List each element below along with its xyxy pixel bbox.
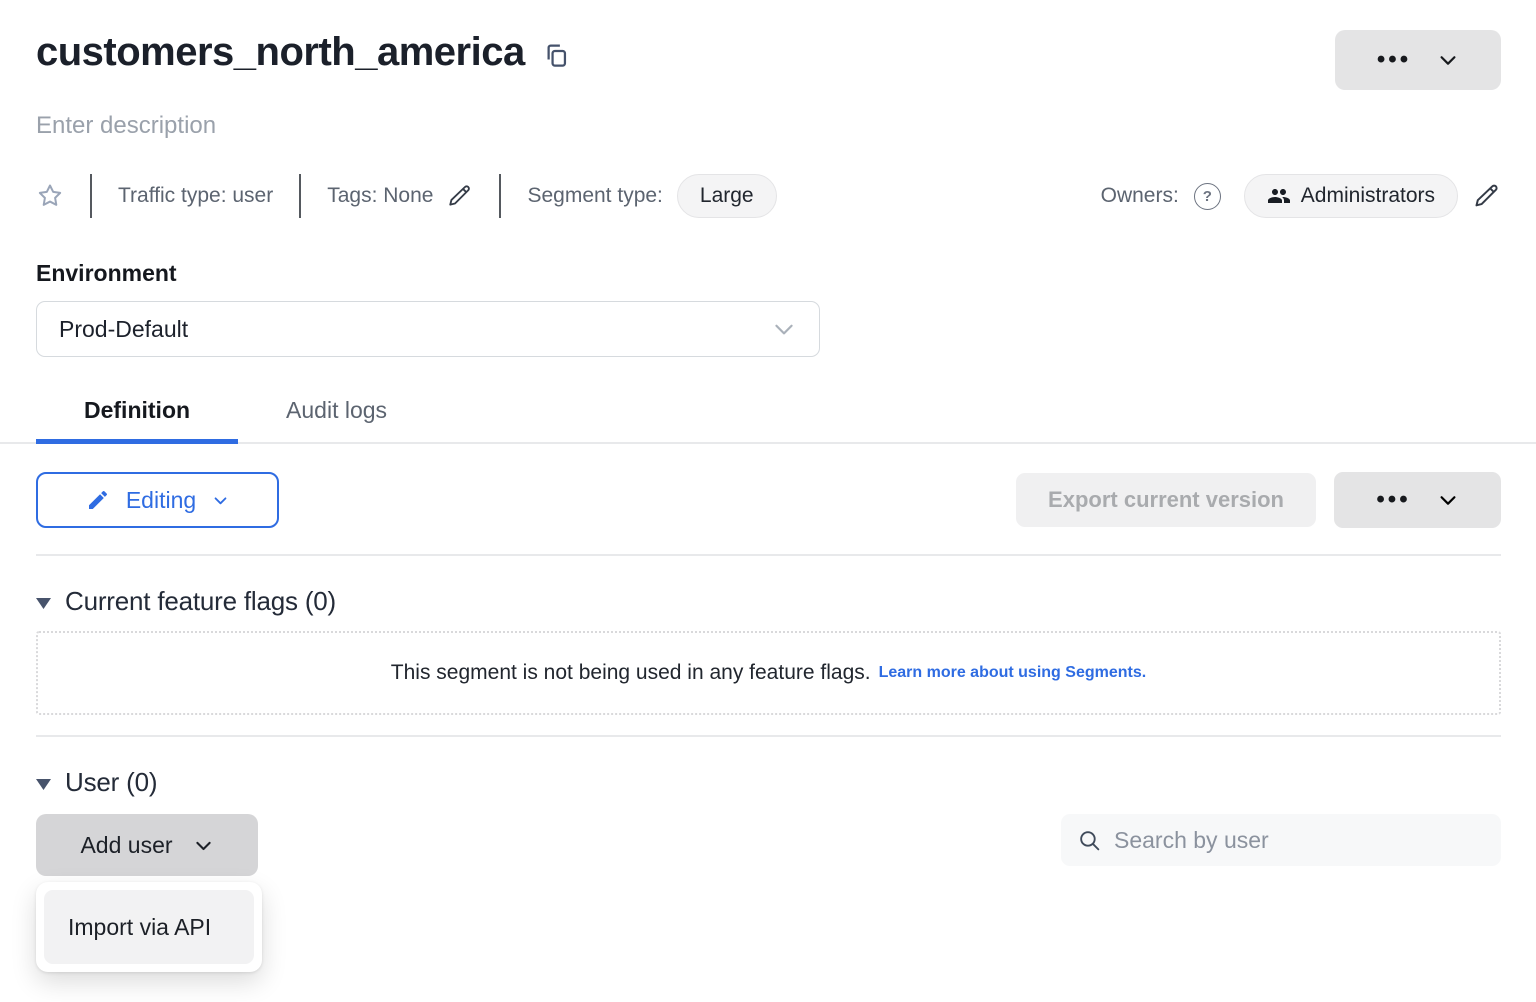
- add-user-dropdown-menu: Import via API: [36, 882, 262, 972]
- tab-audit-logs[interactable]: Audit logs: [238, 397, 435, 444]
- learn-more-link[interactable]: Learn more about using Segments.: [879, 664, 1147, 682]
- user-section-toggle[interactable]: User (0): [36, 767, 1501, 798]
- tab-bar: Definition Audit logs: [36, 397, 1501, 444]
- feature-flags-section-toggle[interactable]: Current feature flags (0): [36, 586, 1501, 617]
- owners-badge[interactable]: Administrators: [1244, 174, 1458, 218]
- environment-selected-value: Prod-Default: [59, 316, 188, 343]
- environment-section: Environment Prod-Default: [36, 260, 1501, 357]
- feature-flags-empty-text: This segment is not being used in any fe…: [391, 661, 871, 685]
- segment-type-group: Segment type: Large: [527, 174, 776, 218]
- divider: [36, 735, 1501, 737]
- chevron-down-icon: [212, 492, 229, 509]
- owners-label: Owners:: [1101, 184, 1179, 208]
- favorite-star-icon[interactable]: [36, 182, 64, 210]
- feature-flags-empty-state: This segment is not being used in any fe…: [36, 631, 1501, 715]
- people-icon: [1267, 184, 1291, 208]
- chevron-down-icon: [771, 316, 797, 342]
- meta-divider: [90, 174, 92, 218]
- ellipsis-icon: •••: [1377, 48, 1411, 72]
- tab-audit-logs-label: Audit logs: [286, 397, 387, 423]
- environment-select[interactable]: Prod-Default: [36, 301, 820, 357]
- toolbar-right: Export current version •••: [1016, 472, 1501, 528]
- page-header: customers_north_america •••: [36, 30, 1501, 90]
- traffic-type-label: Traffic type: user: [118, 184, 273, 208]
- definition-toolbar: Editing Export current version •••: [36, 472, 1501, 528]
- description-placeholder[interactable]: Enter description: [36, 112, 1501, 140]
- user-section: User (0) Add user Import via API: [36, 767, 1501, 876]
- collapse-triangle-icon: [36, 779, 51, 790]
- segment-type-badge: Large: [677, 174, 777, 218]
- segment-detail-page: customers_north_america ••• Enter descri…: [0, 0, 1536, 1002]
- add-user-label: Add user: [80, 832, 172, 859]
- search-by-user-input[interactable]: [1114, 827, 1485, 854]
- tab-definition-label: Definition: [84, 397, 190, 423]
- page-title: customers_north_america: [36, 30, 525, 75]
- title-wrap: customers_north_america: [36, 30, 570, 75]
- help-icon[interactable]: ?: [1194, 183, 1221, 210]
- divider: [36, 554, 1501, 556]
- editing-mode-button[interactable]: Editing: [36, 472, 279, 528]
- edit-tags-pencil-icon[interactable]: [447, 183, 473, 209]
- feature-flags-section: Current feature flags (0) This segment i…: [36, 586, 1501, 715]
- tab-definition[interactable]: Definition: [36, 397, 238, 444]
- editing-label: Editing: [126, 487, 196, 514]
- edit-owners-pencil-icon[interactable]: [1473, 182, 1501, 210]
- owners-group: Owners: ? Administrators: [1101, 174, 1501, 218]
- search-icon: [1077, 828, 1102, 853]
- meta-left: Traffic type: user Tags: None Segment ty…: [36, 174, 777, 218]
- owners-value: Administrators: [1301, 184, 1435, 208]
- ellipsis-icon: •••: [1376, 488, 1410, 512]
- definition-more-menu-button[interactable]: •••: [1334, 472, 1501, 528]
- meta-row: Traffic type: user Tags: None Segment ty…: [36, 174, 1501, 218]
- user-section-title: User (0): [65, 767, 157, 798]
- pencil-icon: [86, 488, 110, 512]
- meta-divider: [499, 174, 501, 218]
- copy-icon[interactable]: [543, 42, 570, 69]
- environment-label: Environment: [36, 260, 1501, 287]
- feature-flags-section-title: Current feature flags (0): [65, 586, 336, 617]
- user-controls-row: Add user Import via API: [36, 814, 1501, 876]
- collapse-triangle-icon: [36, 598, 51, 609]
- tags-label: Tags: None: [327, 184, 433, 208]
- export-current-version-button[interactable]: Export current version: [1016, 473, 1316, 527]
- meta-divider: [299, 174, 301, 218]
- chevron-down-icon: [1437, 49, 1459, 71]
- menu-item-import-via-api[interactable]: Import via API: [44, 890, 254, 964]
- tags-group: Tags: None: [327, 183, 473, 209]
- segment-type-label: Segment type:: [527, 184, 662, 208]
- chevron-down-icon: [1437, 489, 1459, 511]
- chevron-down-icon: [193, 835, 214, 856]
- user-search-box: [1061, 814, 1501, 866]
- header-more-menu-button[interactable]: •••: [1335, 30, 1501, 90]
- add-user-button[interactable]: Add user: [36, 814, 258, 876]
